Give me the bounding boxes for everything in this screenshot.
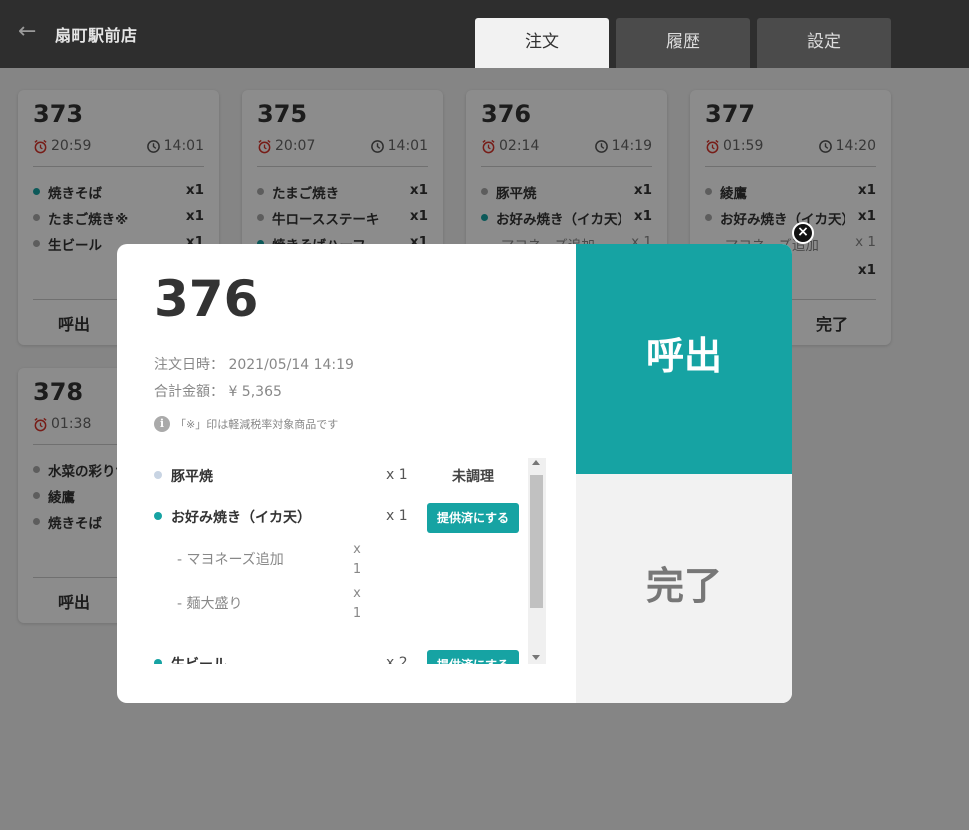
close-icon[interactable]: ×: [792, 222, 814, 244]
tax-note-text: 「※」印は軽減税率対象商品です: [175, 418, 339, 431]
order-detail-modal: 376 注文日時： 2021/05/14 14:19 合計金額： ¥ 5,365…: [117, 244, 792, 703]
status-dot: [154, 471, 162, 479]
mark-served-button[interactable]: 提供済にする: [427, 503, 519, 533]
scroll-up-arrow-icon[interactable]: [532, 460, 540, 465]
list-item: - マヨネーズ追加 x1: [177, 542, 362, 577]
order-date-label: 注文日時：: [154, 357, 224, 373]
modal-item-list[interactable]: 豚平焼 x 1 未調理 お好み焼き（イカ天） x 1 提供済にする - マヨネー…: [152, 458, 546, 664]
order-date: 2021/05/14 14:19: [228, 357, 354, 373]
store-name: 扇町駅前店: [55, 26, 138, 45]
served-dot: [154, 512, 162, 520]
app-header: ← 扇町駅前店 注文 履歴 設定: [0, 0, 969, 68]
served-dot: [154, 659, 162, 664]
info-icon: i: [154, 416, 170, 432]
item-list-scrollbar[interactable]: [528, 458, 546, 664]
mark-served-button[interactable]: 提供済にする: [427, 650, 519, 664]
total-label: 合計金額：: [154, 384, 224, 400]
list-item: 豚平焼 x 1 未調理: [152, 462, 524, 490]
back-arrow-icon[interactable]: ←: [18, 20, 40, 44]
scroll-thumb[interactable]: [530, 475, 543, 608]
tab-history[interactable]: 履歴: [616, 18, 750, 68]
list-item: お好み焼き（イカ天） x 1 提供済にする: [152, 503, 524, 533]
total-line: 合計金額： ¥ 5,365: [154, 381, 282, 401]
tab-settings[interactable]: 設定: [757, 18, 891, 68]
total-amount: ¥ 5,365: [228, 384, 282, 400]
uncooked-status: 未調理: [452, 469, 494, 485]
list-item: - 麺大盛り x1: [177, 586, 362, 621]
tab-orders[interactable]: 注文: [475, 18, 609, 68]
scroll-down-arrow-icon[interactable]: [532, 655, 540, 660]
order-date-line: 注文日時： 2021/05/14 14:19: [154, 354, 354, 374]
modal-order-number: 376: [154, 270, 259, 328]
call-button[interactable]: 呼出: [576, 244, 792, 474]
tax-note: i 「※」印は軽減税率対象商品です: [154, 416, 338, 432]
complete-button[interactable]: 完了: [576, 474, 792, 703]
list-item: 生ビール x 2 提供済にする: [152, 650, 524, 664]
